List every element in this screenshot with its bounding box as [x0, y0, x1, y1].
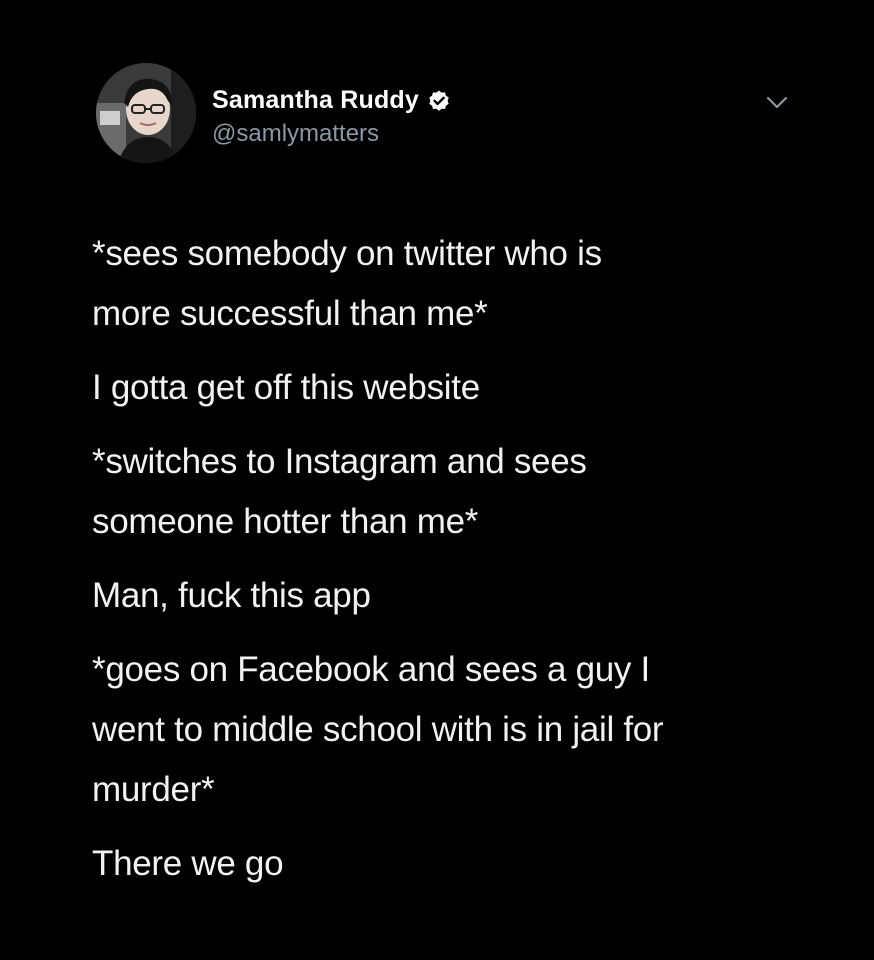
avatar-image [96, 63, 196, 163]
verified-badge-icon [427, 89, 451, 113]
tweet-text: *sees somebody on twitter who is more su… [92, 224, 812, 908]
display-name[interactable]: Samantha Ruddy [212, 86, 419, 115]
tweet-paragraph: *switches to Instagram and sees someone … [92, 442, 587, 541]
tweet-paragraph: There we go [92, 844, 284, 883]
tweet-paragraph: I gotta get off this website [92, 368, 480, 407]
author-handle[interactable]: @samlymatters [212, 120, 379, 148]
author-name-row: Samantha Ruddy [212, 86, 451, 115]
tweet-card: Samantha Ruddy @samlymatters *sees someb… [0, 0, 874, 960]
tweet-paragraph: Man, fuck this app [92, 576, 371, 615]
avatar[interactable] [96, 63, 196, 163]
tweet-paragraph: *sees somebody on twitter who is more su… [92, 234, 602, 333]
chevron-down-icon[interactable] [763, 92, 791, 112]
tweet-paragraph: *goes on Facebook and sees a guy I went … [92, 650, 664, 809]
